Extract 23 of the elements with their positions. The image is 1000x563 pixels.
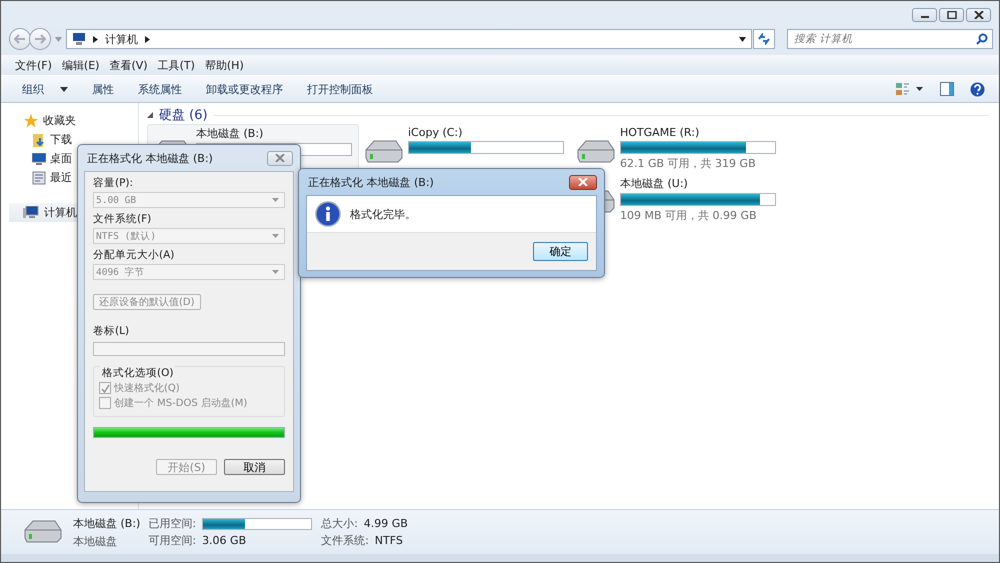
field-label: 总大小: (321, 516, 358, 531)
dialog-title: 正在格式化 本地磁盘 (B:) (87, 150, 213, 166)
field-label: 可用空间: (148, 533, 196, 548)
group-title: 格式化选项(O) (100, 366, 176, 380)
drive-name: iCopy (C:) (408, 126, 464, 139)
field-label: 卷标(L) (93, 324, 130, 338)
field-value: NTFS (374, 534, 403, 547)
drive-name: HOTGAME (R:) (620, 126, 700, 139)
group-header: 硬盘 (6) (159, 107, 208, 124)
drive-name: 本地磁盘 (U:) (620, 176, 689, 191)
drive-space-text: 109 MB 可用，共 0.99 GB (620, 208, 758, 223)
message-text: 格式化完毕。 (350, 206, 416, 222)
field-value: 3.06 GB (202, 534, 246, 547)
field-label: 已用空间: (148, 516, 196, 531)
dialog-title: 正在格式化 本地磁盘 (B:) (308, 174, 434, 190)
drive-name: 本地磁盘 (B:) (196, 126, 264, 141)
drive-name: 本地磁盘 (B:) (73, 516, 140, 530)
field-label: 分配单元大小(A) (93, 248, 176, 262)
drive-space-text: 62.1 GB 可用，共 319 GB (620, 156, 757, 171)
field-label: 文件系统: (321, 533, 369, 548)
drive-type: 本地磁盘 (73, 534, 118, 548)
field-value: 4.99 GB (364, 517, 408, 530)
field-label: 容量(P): (93, 176, 134, 190)
